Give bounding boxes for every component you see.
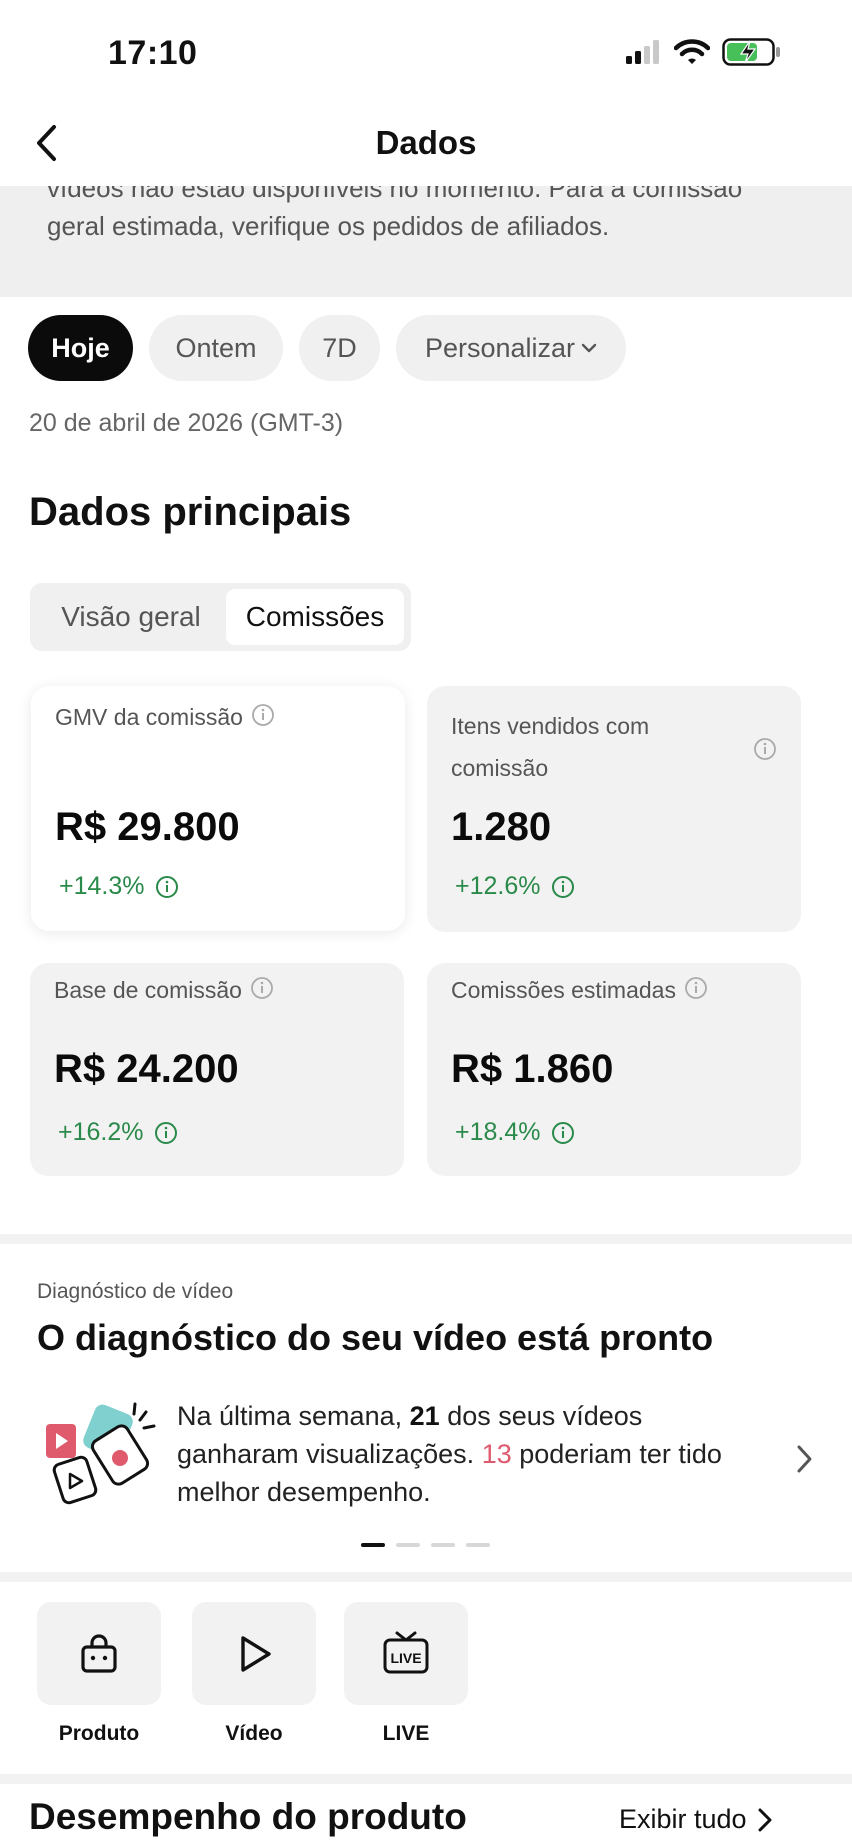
metric-value-items-sold: 1.280 — [451, 805, 552, 849]
metric-card-commission-base[interactable]: Base de comissão R$ 24.200 +16.2% — [30, 963, 404, 1176]
metric-label-items-sold: Itens vendidos com comissão — [451, 713, 650, 781]
section-divider — [0, 1234, 852, 1244]
tab-commissions[interactable]: Comissões — [226, 589, 404, 645]
metric-value-estimated-commissions: R$ 1.860 — [451, 1047, 614, 1091]
diagnosis-text: Na última semana, 21 dos seus vídeos gan… — [177, 1401, 722, 1507]
pager-dot[interactable] — [396, 1543, 420, 1547]
info-icon[interactable] — [250, 971, 274, 1013]
quick-link-live[interactable]: LIVE LIVE — [344, 1602, 468, 1746]
tab-overview[interactable]: Visão geral — [36, 589, 226, 645]
quick-link-live-label: LIVE — [382, 1722, 430, 1745]
quick-link-live-box[interactable]: LIVE — [344, 1602, 468, 1705]
section-divider — [0, 1774, 852, 1784]
shopping-bag-icon — [81, 1633, 117, 1673]
video-diagnosis-illustration-icon — [46, 1402, 156, 1505]
product-performance-title: Desempenho do produto — [29, 1796, 467, 1837]
quick-link-product-box[interactable] — [37, 1602, 161, 1705]
metric-change-commission-base: +16.2% — [58, 1118, 178, 1147]
main-data-title: Dados principais — [29, 490, 352, 534]
metric-label-estimated-commissions: Comissões estimadas — [451, 969, 708, 1013]
metric-card-gmv[interactable]: GMV da comissão R$ 29.800 +14.3% — [31, 686, 405, 931]
section-divider — [0, 1572, 852, 1582]
battery-charging-icon — [722, 38, 780, 66]
notice-text: vídeos não estão disponíveis no momento.… — [47, 186, 743, 241]
diagnosis-kicker: Diagnóstico de vídeo — [37, 1280, 234, 1303]
date-filter-chips: Hoje Ontem 7D Personalizar — [28, 315, 626, 381]
diagnosis-title: O diagnóstico do seu vídeo está pronto — [37, 1317, 714, 1358]
diagnosis-video-count: 21 — [409, 1401, 440, 1431]
pager-dot[interactable] — [466, 1543, 490, 1547]
metric-change-gmv: +14.3% — [59, 872, 179, 901]
diagnosis-improvable-count: 13 — [481, 1439, 512, 1469]
diagnosis-next-button[interactable] — [796, 1444, 814, 1479]
wifi-icon — [674, 39, 710, 64]
info-icon[interactable] — [154, 1121, 178, 1145]
notice-banner: vídeos não estão disponíveis no momento.… — [0, 186, 852, 297]
chip-custom[interactable]: Personalizar — [396, 315, 626, 381]
metric-card-items-sold[interactable]: Itens vendidos com comissão 1.280 +12.6% — [427, 686, 801, 932]
metric-value-commission-base: R$ 24.200 — [54, 1047, 239, 1091]
info-icon[interactable] — [155, 875, 179, 899]
live-tv-icon: LIVE — [383, 1631, 429, 1673]
status-time: 17:10 — [108, 34, 198, 72]
view-all-link[interactable]: Exibir tudo — [619, 1804, 773, 1835]
status-icons — [626, 38, 782, 66]
chip-yesterday[interactable]: Ontem — [149, 315, 283, 381]
quick-link-video-label: Vídeo — [225, 1722, 283, 1745]
info-icon[interactable] — [753, 737, 777, 766]
date-label: 20 de abril de 2026 (GMT-3) — [29, 409, 344, 437]
info-icon[interactable] — [551, 1121, 575, 1145]
info-icon[interactable] — [551, 875, 575, 899]
carousel-pager — [361, 1543, 490, 1547]
quick-link-video-box[interactable] — [192, 1602, 316, 1705]
chevron-right-icon — [797, 1445, 812, 1473]
pager-dot[interactable] — [361, 1543, 385, 1547]
chip-custom-label: Personalizar — [424, 332, 576, 363]
chevron-right-icon — [758, 1808, 772, 1831]
metric-change-estimated-commissions: +18.4% — [455, 1118, 575, 1147]
info-icon[interactable] — [251, 698, 275, 740]
nav-bar: Dados — [0, 100, 852, 186]
metric-card-estimated-commissions[interactable]: Comissões estimadas R$ 1.860 +18.4% — [427, 963, 801, 1176]
metric-change-items-sold: +12.6% — [455, 872, 575, 901]
info-icon[interactable] — [684, 971, 708, 1013]
segmented-control: Visão geral Comissões — [30, 583, 411, 651]
svg-text:LIVE: LIVE — [390, 1650, 421, 1666]
chevron-down-icon — [581, 343, 597, 353]
quick-link-product-label: Produto — [58, 1722, 140, 1745]
page-title: Dados — [375, 124, 477, 161]
metric-value-gmv: R$ 29.800 — [55, 805, 240, 849]
chip-7d[interactable]: 7D — [299, 315, 380, 381]
pager-dot[interactable] — [431, 1543, 455, 1547]
quick-link-video[interactable]: Vídeo — [192, 1602, 316, 1746]
play-icon — [241, 1635, 271, 1672]
quick-link-product[interactable]: Produto — [37, 1602, 161, 1746]
metric-label-commission-base: Base de comissão — [54, 969, 274, 1013]
cellular-signal-icon — [626, 40, 659, 64]
chip-today[interactable]: Hoje — [28, 315, 133, 381]
status-bar: 17:10 — [0, 0, 852, 100]
metric-label-gmv: GMV da comissão — [55, 696, 275, 740]
